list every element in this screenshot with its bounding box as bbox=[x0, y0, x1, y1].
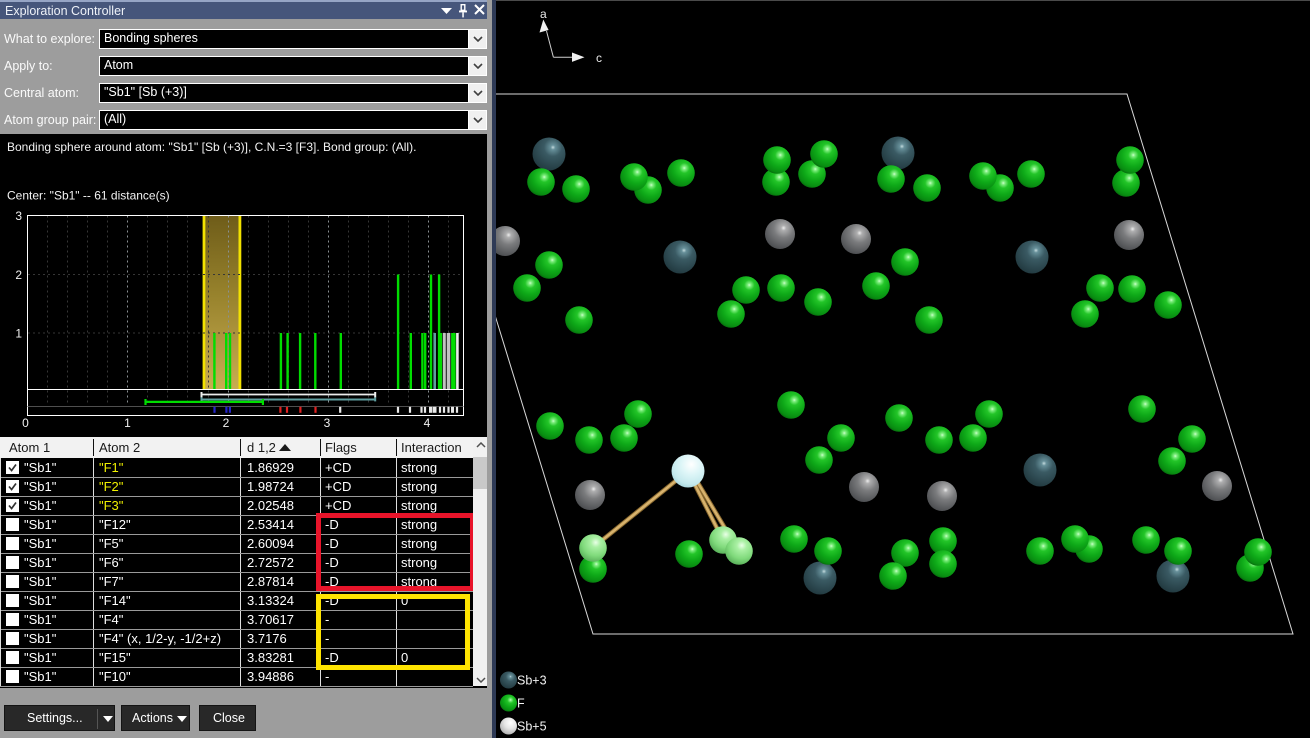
svg-text:c: c bbox=[596, 51, 602, 65]
svg-text:2: 2 bbox=[223, 416, 230, 430]
svg-text:2: 2 bbox=[15, 268, 22, 282]
svg-text:0: 0 bbox=[22, 416, 29, 430]
svg-text:4: 4 bbox=[424, 416, 431, 430]
svg-text:Sb+3: Sb+3 bbox=[517, 674, 547, 688]
svg-text:Sb+5: Sb+5 bbox=[517, 720, 547, 734]
svg-text:Bonding sphere around atom: "S: Bonding sphere around atom: "Sb1" [Sb (+… bbox=[7, 140, 416, 154]
svg-text:3: 3 bbox=[15, 209, 22, 223]
svg-text:1: 1 bbox=[15, 327, 22, 341]
svg-text:F: F bbox=[517, 697, 525, 711]
svg-text:1: 1 bbox=[124, 416, 131, 430]
svg-text:3: 3 bbox=[324, 416, 331, 430]
svg-text:a: a bbox=[540, 7, 547, 21]
svg-text:Center: "Sb1" -- 61 distance(s: Center: "Sb1" -- 61 distance(s) bbox=[7, 189, 170, 203]
